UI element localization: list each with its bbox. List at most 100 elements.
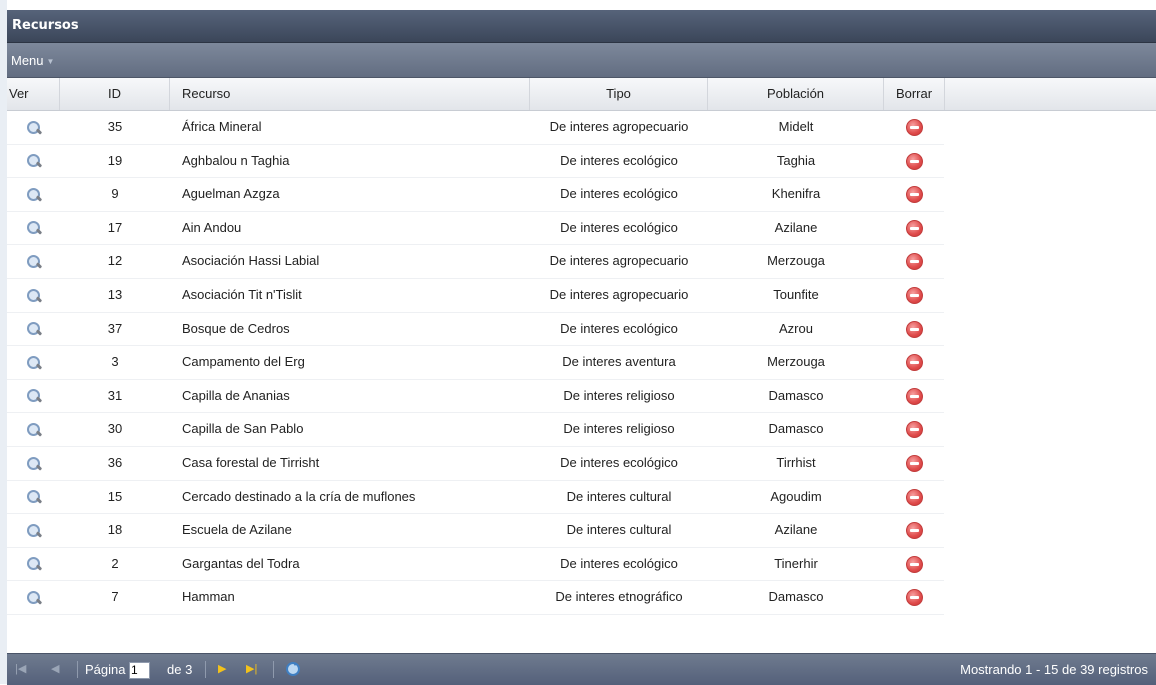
menu-button[interactable]: Menu ▼ — [11, 53, 54, 68]
delete-cell — [884, 413, 944, 445]
poblacion-cell: Damasco — [768, 589, 824, 605]
separator — [273, 661, 274, 678]
page-number-input[interactable] — [129, 662, 150, 679]
magnifier-icon[interactable] — [26, 489, 42, 505]
table-row[interactable]: 18 Escuela de Azilane De interes cultural A… — [7, 514, 944, 548]
view-cell — [7, 346, 60, 378]
id-cell: 37 — [107, 320, 123, 336]
table-row[interactable]: 19 Aghbalou n Taghia De interes ecológico T… — [7, 145, 944, 179]
view-cell — [7, 212, 60, 244]
table-row[interactable]: 30 Capilla de San Pablo De interes religio… — [7, 413, 944, 447]
delete-icon[interactable] — [905, 387, 923, 405]
poblacion-cell: Taghia — [776, 152, 816, 168]
delete-icon[interactable] — [905, 320, 923, 338]
id-cell: 36 — [107, 454, 123, 470]
delete-icon[interactable] — [905, 287, 923, 305]
panel-title: Recursos — [12, 18, 79, 33]
magnifier-icon[interactable] — [26, 422, 42, 438]
view-cell — [7, 111, 60, 143]
delete-icon[interactable] — [905, 589, 923, 607]
table-row[interactable]: 12 Asociación Hassi Labial De interes agro… — [7, 245, 944, 279]
magnifier-icon[interactable] — [26, 254, 42, 270]
prev-page-icon[interactable]: ◀ — [51, 662, 59, 675]
id-cell: 18 — [107, 522, 123, 538]
table-row[interactable]: 31 Capilla de Ananias De interes religioso… — [7, 380, 944, 414]
table-row[interactable]: 13 Asociación Tit n'Tislit De interes agro… — [7, 279, 944, 313]
recurso-cell: Capilla de San Pablo — [182, 421, 304, 437]
magnifier-icon[interactable] — [26, 153, 42, 169]
next-page-icon[interactable]: ▶ — [218, 662, 226, 675]
id-cell: 12 — [107, 253, 123, 269]
delete-cell — [884, 313, 944, 345]
magnifier-icon[interactable] — [26, 187, 42, 203]
magnifier-icon[interactable] — [26, 321, 42, 337]
recurso-cell: Aguelman Azgza — [182, 186, 280, 202]
table-row[interactable]: 7 Hamman De interes etnográfico Damasco — [7, 581, 944, 615]
view-cell — [7, 481, 60, 513]
magnifier-icon[interactable] — [26, 523, 42, 539]
magnifier-icon[interactable] — [26, 355, 42, 371]
magnifier-icon[interactable] — [26, 288, 42, 304]
magnifier-icon[interactable] — [26, 590, 42, 606]
table-row[interactable]: 3 Campamento del Erg De interes aventura Me… — [7, 346, 944, 380]
delete-cell — [884, 548, 944, 580]
delete-cell — [884, 111, 944, 143]
delete-cell — [884, 380, 944, 412]
delete-icon[interactable] — [905, 555, 923, 573]
last-page-icon[interactable]: ▶| — [246, 662, 257, 675]
poblacion-cell: Tirrhist — [776, 454, 816, 470]
delete-cell — [884, 245, 944, 277]
poblacion-cell: Damasco — [768, 421, 824, 437]
view-cell — [7, 279, 60, 311]
delete-icon[interactable] — [905, 354, 923, 372]
table-row[interactable]: 15 Cercado destinado a la cría de muflone… — [7, 481, 944, 515]
recurso-cell: Casa forestal de Tirrisht — [182, 454, 320, 470]
table-row[interactable]: 36 Casa forestal de Tirrisht De interes ec… — [7, 447, 944, 481]
column-header-borrar[interactable]: Borrar — [884, 78, 945, 110]
magnifier-icon[interactable] — [26, 556, 42, 572]
delete-cell — [884, 447, 944, 479]
tipo-cell: De interes ecológico — [560, 555, 678, 571]
delete-icon[interactable] — [905, 488, 923, 506]
page-count-label: de 3 — [167, 662, 193, 677]
table-row[interactable]: 35 África Mineral De interes agropecuario M… — [7, 111, 944, 145]
separator — [205, 661, 206, 678]
view-cell — [7, 245, 60, 277]
id-cell: 17 — [107, 219, 123, 235]
table-row[interactable]: 2 Gargantas del Todra De interes ecológico… — [7, 548, 944, 582]
recurso-cell: Capilla de Ananias — [182, 387, 290, 403]
magnifier-icon[interactable] — [26, 388, 42, 404]
recurso-cell: Aghbalou n Taghia — [182, 152, 290, 168]
delete-icon[interactable] — [905, 119, 923, 137]
magnifier-icon[interactable] — [26, 220, 42, 236]
table-row[interactable]: 37 Bosque de Cedros De interes ecológico Az… — [7, 313, 944, 347]
view-cell — [7, 145, 60, 177]
column-header-recurso[interactable]: Recurso — [170, 78, 530, 110]
delete-icon[interactable] — [905, 522, 923, 540]
page-label: Página — [85, 662, 126, 677]
recurso-cell: Asociación Tit n'Tislit — [182, 286, 302, 302]
delete-icon[interactable] — [905, 253, 923, 271]
poblacion-cell: Azrou — [779, 320, 813, 336]
column-header-ver[interactable]: Ver — [7, 78, 60, 110]
delete-icon[interactable] — [905, 421, 923, 439]
first-page-icon[interactable]: |◀ — [15, 662, 26, 675]
column-header-poblacion[interactable]: Población — [708, 78, 884, 110]
delete-icon[interactable] — [905, 455, 923, 472]
magnifier-icon[interactable] — [26, 456, 42, 472]
column-header-id[interactable]: ID — [60, 78, 170, 110]
column-header-tipo[interactable]: Tipo — [530, 78, 708, 110]
tipo-cell: De interes cultural — [566, 522, 672, 538]
table-row[interactable]: 9 Aguelman Azgza De interes ecológico Kheni… — [7, 178, 944, 212]
view-cell — [7, 514, 60, 546]
delete-cell — [884, 346, 944, 378]
delete-icon[interactable] — [905, 152, 923, 170]
delete-icon[interactable] — [905, 186, 923, 204]
table-row[interactable]: 17 Ain Andou De interes ecológico Azilane — [7, 212, 944, 246]
view-cell — [7, 380, 60, 412]
refresh-icon[interactable] — [285, 661, 301, 680]
magnifier-icon[interactable] — [26, 120, 42, 136]
delete-icon[interactable] — [905, 219, 923, 237]
recurso-cell: Escuela de Azilane — [182, 522, 292, 538]
paging-status: Mostrando 1 - 15 de 39 registros — [960, 662, 1148, 677]
